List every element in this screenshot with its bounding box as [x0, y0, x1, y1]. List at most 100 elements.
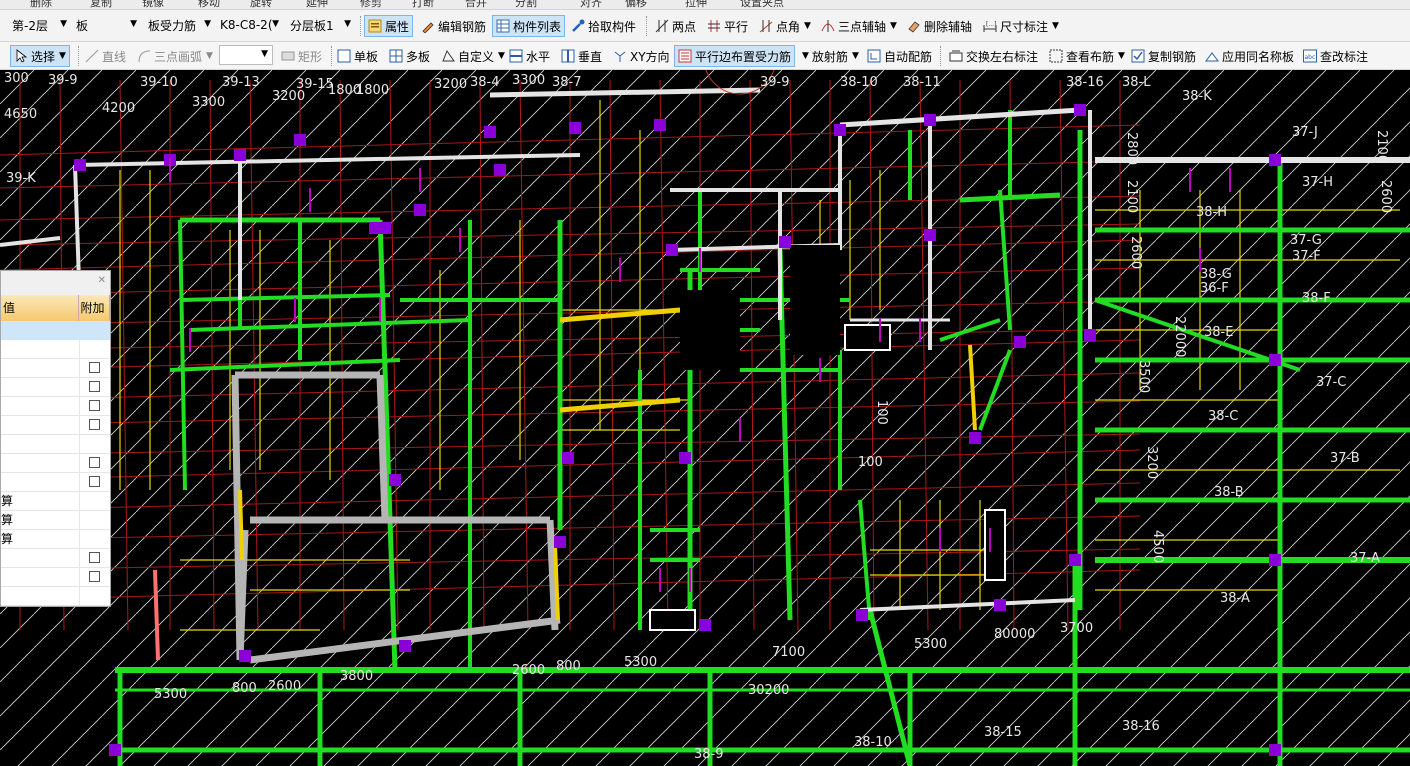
- parallel-edge-rebar-button[interactable]: 平行边布置受力筋: [674, 45, 796, 67]
- property-row[interactable]: [1, 473, 110, 492]
- extra-checkbox[interactable]: [89, 476, 100, 487]
- chevron-down-icon[interactable]: ▼: [890, 21, 897, 31]
- merge-button[interactable]: 合并: [465, 0, 487, 9]
- property-row[interactable]: [1, 454, 110, 473]
- single-board-icon: [337, 49, 351, 63]
- cad-drawing[interactable]: 300 39-9 39-10 39-13 39-151800 3200 38-4 3300 38…: [0, 70, 1410, 766]
- property-row[interactable]: [1, 340, 110, 359]
- column-marker: [1014, 336, 1026, 348]
- property-row[interactable]: [1, 549, 110, 568]
- property-row[interactable]: [1, 416, 110, 435]
- apply-same-name-button[interactable]: 应用同名称板: [1202, 45, 1297, 67]
- pick-component-button[interactable]: 拾取构件: [568, 15, 639, 37]
- layer-select[interactable]: 分层板1 ▼: [286, 15, 356, 35]
- multi-board-button[interactable]: 多板: [386, 45, 433, 67]
- property-row[interactable]: [1, 435, 110, 454]
- break-button[interactable]: 打断: [412, 0, 434, 9]
- component-list-button[interactable]: 构件列表: [492, 15, 566, 37]
- chevron-down-icon[interactable]: ▼: [206, 51, 213, 61]
- property-row[interactable]: 算: [1, 511, 110, 530]
- drawing-canvas[interactable]: 300 39-9 39-10 39-13 39-15 1800 3200 38-4 3300 38…: [0, 70, 1410, 766]
- copy-button[interactable]: 复制: [90, 0, 112, 9]
- dimension-label: 3300: [512, 73, 545, 88]
- point-angle-button[interactable]: 点角 ▼: [756, 15, 814, 37]
- chevron-down-icon[interactable]: ▼: [804, 21, 811, 31]
- delete-button[interactable]: 删除: [30, 0, 52, 9]
- chevron-down-icon[interactable]: ▼: [498, 51, 505, 61]
- component-type-select[interactable]: 板 ▼: [72, 15, 142, 35]
- select-button[interactable]: 选择 ▼: [10, 45, 70, 67]
- set-grip-button[interactable]: 设置夹点: [740, 0, 784, 9]
- property-row[interactable]: 算: [1, 530, 110, 549]
- extra-checkbox[interactable]: [89, 381, 100, 392]
- xy-direction-button[interactable]: XY方向: [610, 45, 673, 67]
- split-button[interactable]: 分割: [515, 0, 537, 9]
- property-value: [1, 549, 80, 568]
- dimension-label: 38-16: [1066, 75, 1104, 90]
- property-row[interactable]: [1, 587, 110, 606]
- extra-checkbox[interactable]: [89, 362, 100, 373]
- dimension-label: 3300: [192, 95, 225, 110]
- list-icon: [496, 19, 510, 33]
- extra-checkbox[interactable]: [89, 571, 100, 582]
- copy-rebar-button[interactable]: 复制钢筋: [1128, 45, 1199, 67]
- floor-select[interactable]: 第-2层 ▼: [8, 15, 72, 35]
- two-point-axis-button[interactable]: 两点: [652, 15, 699, 37]
- move-button[interactable]: 移动: [198, 0, 220, 9]
- line-button[interactable]: 直线: [82, 45, 129, 67]
- extra-checkbox[interactable]: [89, 400, 100, 411]
- draw-mode-select[interactable]: ▼: [219, 45, 273, 65]
- dimension-button[interactable]: [...] 尺寸标注 ▼: [980, 15, 1062, 37]
- dimension-label: 5300: [914, 637, 947, 652]
- chevron-down-icon[interactable]: ▼: [59, 51, 66, 61]
- single-board-button[interactable]: 单板: [334, 45, 381, 67]
- chevron-down-icon[interactable]: ▼: [852, 51, 859, 61]
- column-marker: [924, 114, 936, 126]
- selected-row[interactable]: [1, 321, 110, 340]
- rectangle-label: 矩形: [298, 49, 323, 64]
- chevron-down-icon[interactable]: ▼: [1052, 21, 1059, 31]
- auto-rebar-button[interactable]: 自动配筋: [864, 45, 935, 67]
- rebar-select[interactable]: K8-C8-2(▼: [216, 15, 284, 35]
- vertical-button[interactable]: 垂直: [558, 45, 605, 67]
- properties-button[interactable]: 属性: [364, 15, 414, 37]
- column-marker: [109, 744, 121, 756]
- property-row[interactable]: [1, 359, 110, 378]
- single-board-label: 单板: [354, 49, 379, 64]
- view-rebar-button[interactable]: 查看布筋 ▼: [1046, 45, 1128, 67]
- component-subtype-select[interactable]: 板受力筋 ▼: [144, 15, 216, 35]
- horizontal-button[interactable]: 水平: [506, 45, 553, 67]
- swap-labels-button[interactable]: 交换左右标注: [946, 45, 1041, 67]
- parallel-label: 平行: [724, 19, 749, 34]
- offset-button[interactable]: 偏移: [625, 0, 647, 9]
- align-button[interactable]: 对齐: [580, 0, 602, 9]
- close-icon[interactable]: ✕: [98, 275, 106, 286]
- extra-checkbox[interactable]: [89, 457, 100, 468]
- change-label-button[interactable]: abc 查改标注: [1300, 45, 1371, 67]
- dimension-label: 2600: [512, 663, 545, 678]
- property-row[interactable]: 算: [1, 492, 110, 511]
- trim-button[interactable]: 修剪: [360, 0, 382, 9]
- property-row[interactable]: [1, 568, 110, 587]
- radial-rebar-button[interactable]: ▼ 放射筋 ▼: [798, 45, 862, 67]
- property-row[interactable]: [1, 378, 110, 397]
- column-marker: [389, 474, 401, 486]
- stretch-button[interactable]: 拉伸: [685, 0, 707, 9]
- column-marker: [1084, 329, 1096, 341]
- rectangle-button[interactable]: 矩形: [278, 45, 325, 67]
- chevron-down-icon[interactable]: ▼: [1118, 51, 1125, 61]
- extra-checkbox[interactable]: [89, 419, 100, 430]
- rotate-button[interactable]: 旋转: [250, 0, 272, 9]
- extend-button[interactable]: 延伸: [306, 0, 328, 9]
- mirror-button[interactable]: 镜像: [142, 0, 164, 9]
- column-marker: [924, 229, 936, 241]
- custom-button[interactable]: 自定义 ▼: [438, 45, 508, 67]
- three-point-arc-button[interactable]: 三点画弧 ▼: [134, 45, 216, 67]
- three-point-axis-button[interactable]: 三点辅轴 ▼: [818, 15, 900, 37]
- edit-rebar-button[interactable]: 编辑钢筋: [418, 15, 489, 37]
- delete-axis-button[interactable]: 删除辅轴: [904, 15, 975, 37]
- property-row[interactable]: [1, 397, 110, 416]
- extra-checkbox[interactable]: [89, 552, 100, 563]
- column-marker: [1269, 154, 1281, 166]
- parallel-axis-button[interactable]: 平行: [704, 15, 751, 37]
